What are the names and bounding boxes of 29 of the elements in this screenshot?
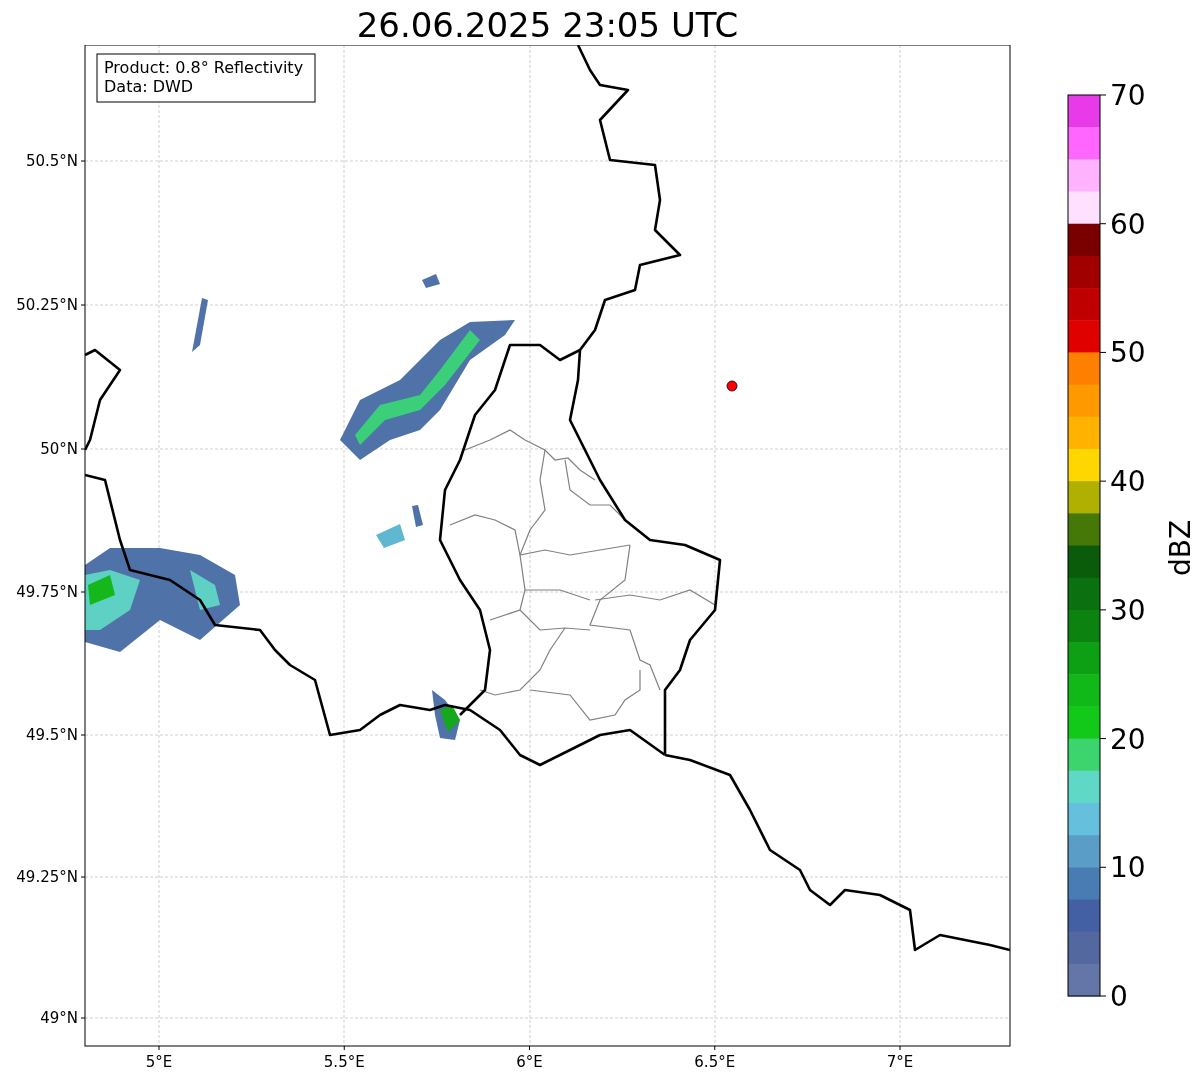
info-text: Data: DWD: [104, 77, 194, 96]
map-title: 26.06.2025 23:05 UTC: [356, 5, 739, 45]
colorbar-tick-label: 70: [1110, 79, 1146, 112]
colorbar-tick-label: 10: [1110, 851, 1146, 885]
colorbar-tick-label: 0: [1110, 980, 1128, 1013]
latitude-label: 49°N: [40, 1009, 78, 1027]
colorbar-tick-label: 20: [1110, 722, 1146, 756]
latitude-label: 50.25°N: [16, 296, 78, 314]
latitude-label: 49.5°N: [25, 726, 78, 744]
longitude-label: 5.5°E: [323, 1053, 365, 1071]
info-text: Product: 0.8° Reflectivity: [104, 58, 304, 77]
colorbar-tick-label: 60: [1110, 207, 1146, 241]
location-marker: [726, 380, 738, 392]
radar-echo: [422, 274, 440, 288]
latitude-label: 49.25°N: [16, 868, 78, 886]
radar-echo: [376, 524, 405, 548]
longitude-label: 6.5°E: [694, 1053, 736, 1071]
radar-echo: [192, 298, 208, 352]
colorbar-label: dBZ: [1164, 519, 1197, 577]
colorbar-tick-label: 40: [1110, 465, 1146, 499]
latitude-label: 50.5°N: [25, 152, 78, 170]
longitude-label: 6°E: [516, 1053, 543, 1071]
longitude-label: 7°E: [886, 1053, 914, 1071]
latitude-label: 49.75°N: [16, 583, 78, 601]
latitude-label: 50°N: [40, 440, 78, 458]
colorbar-tick-label: 50: [1110, 336, 1146, 370]
longitude-label: 5°E: [145, 1053, 173, 1071]
colorbar-tick-label: 30: [1110, 593, 1146, 627]
radar-echo: [412, 505, 423, 527]
